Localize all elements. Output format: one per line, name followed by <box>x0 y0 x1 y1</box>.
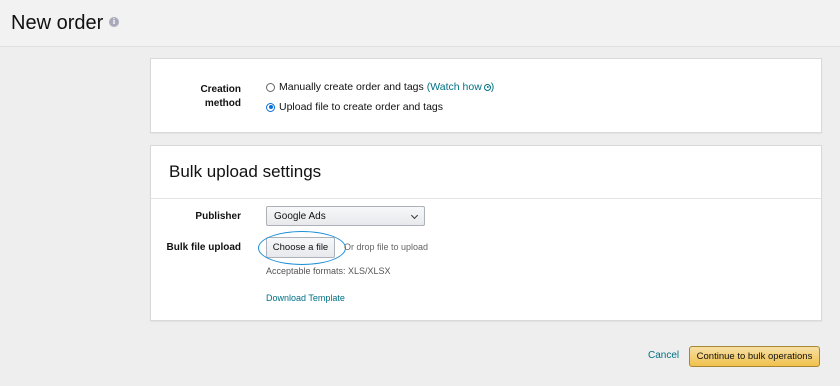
creation-method-label-line1: Creation <box>200 84 241 95</box>
play-circle-icon[interactable] <box>483 83 491 91</box>
drop-file-hint[interactable]: Or drop file to upload <box>344 242 428 252</box>
choose-file-button[interactable]: Choose a file <box>266 237 335 258</box>
bulk-upload-title: Bulk upload settings <box>169 162 322 181</box>
bulk-upload-card: Bulk upload settings Publisher Google Ad… <box>150 145 822 321</box>
watch-how-close-paren: ) <box>490 81 495 93</box>
download-template-link[interactable]: Download Template <box>266 293 345 303</box>
info-icon[interactable]: i <box>109 17 119 27</box>
publisher-label: Publisher <box>195 211 241 222</box>
radio-manual-label: Manually create order and tags <box>279 81 424 93</box>
acceptable-formats-text: Acceptable formats: XLS/XLSX <box>266 266 391 276</box>
continue-bulk-operations-button[interactable]: Continue to bulk operations <box>689 346 820 367</box>
radio-upload-file[interactable]: Upload file to create order and tags <box>266 100 443 114</box>
publisher-select[interactable]: Google Ads <box>266 206 425 226</box>
radio-manual-create[interactable]: Manually create order and tags ( Watch h… <box>266 80 494 94</box>
bulk-file-upload-label: Bulk file upload <box>166 242 241 253</box>
cancel-link[interactable]: Cancel <box>648 350 679 361</box>
bulk-upload-header: Bulk upload settings <box>151 146 821 199</box>
radio-upload-label: Upload file to create order and tags <box>279 101 444 113</box>
page-title: New order <box>11 12 104 34</box>
radio-button-manual[interactable] <box>266 82 275 92</box>
radio-button-upload[interactable] <box>266 102 275 112</box>
creation-method-label-line2: method <box>204 98 241 109</box>
publisher-select-value: Google Ads <box>274 211 326 222</box>
creation-method-label: Creation method <box>181 83 241 111</box>
creation-method-card: Creation method Manually create order an… <box>150 58 822 133</box>
watch-how-link[interactable]: Watch how <box>430 81 482 93</box>
chevron-down-icon <box>410 211 419 220</box>
page-header: New order i <box>0 0 840 47</box>
